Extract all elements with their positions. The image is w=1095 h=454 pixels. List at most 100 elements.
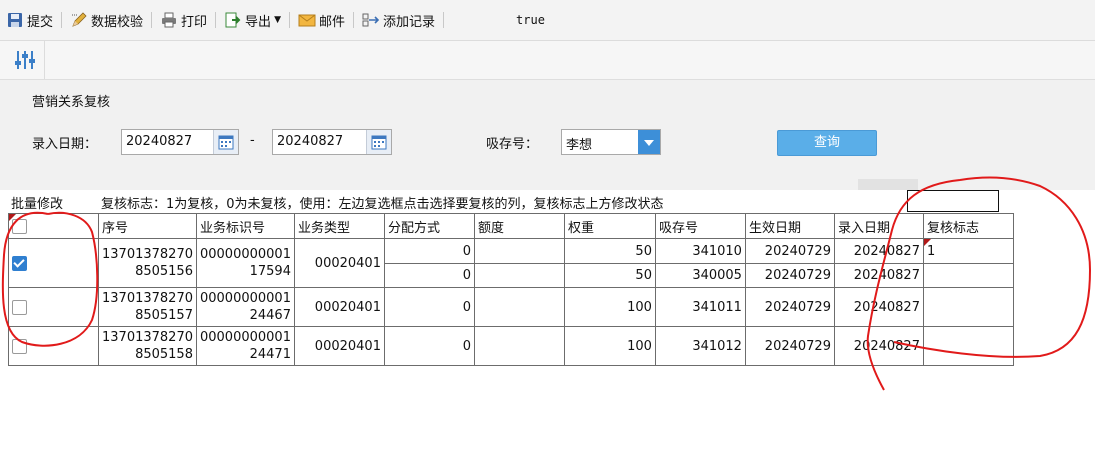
header-biz-type[interactable]: 业务类型: [293, 213, 385, 239]
seq-line-1: 13701378270: [102, 330, 193, 345]
seq-line-2: 8505156: [135, 264, 193, 279]
seq-cell: 13701378270 8505158: [98, 326, 197, 366]
table-row: 13701378270 8505158 00000000001 24471 0002…: [8, 326, 1014, 366]
review-flag-edit-input[interactable]: [907, 190, 999, 212]
header-biz-id[interactable]: 业务标识号: [195, 213, 295, 239]
review-flag-cell[interactable]: [922, 287, 1014, 327]
mail-button[interactable]: 邮件: [292, 8, 351, 32]
filter-settings-icon[interactable]: [12, 47, 38, 73]
deposit-cell: 341010: [654, 238, 746, 264]
review-flag-cell[interactable]: [922, 326, 1014, 366]
row-select-cell[interactable]: [8, 238, 99, 288]
seq-line-2: 8505157: [135, 308, 193, 323]
row-checkbox[interactable]: [12, 338, 27, 354]
header-review-flag[interactable]: 复核标志: [922, 213, 1014, 239]
submit-button[interactable]: 提交: [0, 8, 59, 32]
save-icon: [6, 11, 24, 29]
review-flag-cell[interactable]: 1: [922, 238, 1014, 264]
eff-date-cell: 20240729: [744, 287, 835, 327]
row-select-cell[interactable]: [8, 287, 99, 327]
alloc-cell: 0: [383, 263, 475, 288]
deposit-select[interactable]: 李想: [561, 129, 661, 155]
info-bar: 批量修改 复核标志：1为复核，0为未复核，使用：左边复选框点击选择要复核的列，复…: [0, 190, 1095, 212]
export-icon: [224, 11, 242, 29]
seq-cell: 13701378270 8505157: [98, 287, 197, 327]
biz-id-line-2: 24467: [249, 308, 291, 323]
quota-cell: [473, 326, 565, 366]
biz-id-line-1: 00000000001: [199, 247, 291, 262]
biz-type-cell: 00020401: [293, 326, 385, 366]
deposit-label: 吸存号：: [486, 137, 539, 152]
alloc-cell: 0: [383, 287, 475, 327]
deposit-cell: 341011: [654, 287, 746, 327]
toolbar-divider: [353, 12, 354, 28]
review-flag-cell[interactable]: [922, 263, 1014, 288]
calendar-icon[interactable]: [213, 130, 238, 154]
date-to-input[interactable]: 20240827: [272, 129, 392, 155]
entry-date-cell: 20240827: [833, 238, 924, 264]
pencil-icon: [70, 11, 88, 29]
weight-cell: 50: [563, 238, 656, 264]
submit-label: 提交: [27, 14, 54, 30]
header-quota[interactable]: 额度: [473, 213, 565, 239]
toolbar-divider: [61, 12, 63, 28]
review-table: 序号 业务标识号 业务类型 分配方式 额度 权重 吸存号 生效日期 录入日期 复…: [8, 213, 1014, 366]
sub-toolbar: [0, 41, 1095, 80]
deposit-cell: 341012: [654, 326, 746, 366]
row-select-cell[interactable]: [8, 326, 99, 366]
entry-date-label: 录入日期：: [32, 137, 98, 152]
eff-date-cell: 20240729: [744, 326, 835, 366]
entry-date-cell: 20240827: [833, 263, 924, 288]
header-seq[interactable]: 序号: [98, 213, 197, 239]
biz-id-line-2: 17594: [249, 264, 291, 279]
seq-line-1: 13701378270: [102, 291, 193, 306]
print-label: 打印: [181, 14, 208, 30]
row-checkbox[interactable]: [12, 299, 27, 315]
query-form: 营销关系复核 录入日期： 20240827 - 20240827 吸存号： 李想…: [0, 80, 1095, 190]
date-separator: -: [250, 133, 255, 148]
weight-cell: 50: [563, 263, 656, 288]
header-deposit[interactable]: 吸存号: [654, 213, 746, 239]
sub-toolbar-divider: [44, 41, 45, 79]
chevron-down-icon[interactable]: [638, 130, 660, 154]
entry-date-cell: 20240827: [833, 287, 924, 327]
weight-cell: 100: [563, 287, 656, 327]
deposit-cell: 340005: [654, 263, 746, 288]
validate-label: 数据校验: [91, 14, 144, 30]
header-weight[interactable]: 权重: [563, 213, 656, 239]
query-button[interactable]: 查询: [777, 130, 877, 156]
panel-tab: [858, 179, 918, 190]
hint-text: 复核标志：1为复核，0为未复核，使用：左边复选框点击选择要复核的列，复核标志上方…: [101, 197, 664, 212]
quota-cell: [473, 263, 565, 288]
select-all-header[interactable]: [8, 213, 99, 239]
eff-date-cell: 20240729: [744, 263, 835, 288]
biz-id-cell: 00000000001 17594: [195, 238, 295, 288]
header-alloc[interactable]: 分配方式: [383, 213, 475, 239]
toolbar-divider: [215, 12, 217, 28]
date-from-value: 20240827: [126, 134, 193, 149]
biz-id-cell: 00000000001 24471: [195, 326, 295, 366]
chevron-down-icon: ▼: [274, 15, 281, 25]
add-record-button[interactable]: 添加记录: [356, 8, 441, 32]
corner-marker: [924, 239, 931, 246]
date-to-value: 20240827: [277, 134, 344, 149]
row-checkbox[interactable]: [12, 255, 27, 271]
biz-id-line-2: 24471: [249, 347, 291, 362]
date-from-input[interactable]: 20240827: [121, 129, 239, 155]
quota-cell: [473, 238, 565, 264]
mail-label: 邮件: [318, 14, 345, 30]
batch-edit-label: 批量修改: [11, 197, 64, 212]
export-button[interactable]: 导出 ▼: [218, 8, 287, 32]
debug-flag-text: true: [516, 13, 545, 27]
printer-icon: [160, 11, 178, 29]
header-eff-date[interactable]: 生效日期: [744, 213, 835, 239]
corner-marker: [9, 214, 16, 221]
export-label: 导出: [245, 14, 272, 30]
calendar-icon[interactable]: [366, 130, 391, 154]
biz-type-cell: 00020401: [293, 238, 385, 288]
eff-date-cell: 20240729: [744, 238, 835, 264]
print-button[interactable]: 打印: [154, 8, 213, 32]
toolbar-divider: [443, 12, 445, 28]
header-entry-date[interactable]: 录入日期: [833, 213, 924, 239]
validate-button[interactable]: 数据校验: [64, 8, 149, 32]
